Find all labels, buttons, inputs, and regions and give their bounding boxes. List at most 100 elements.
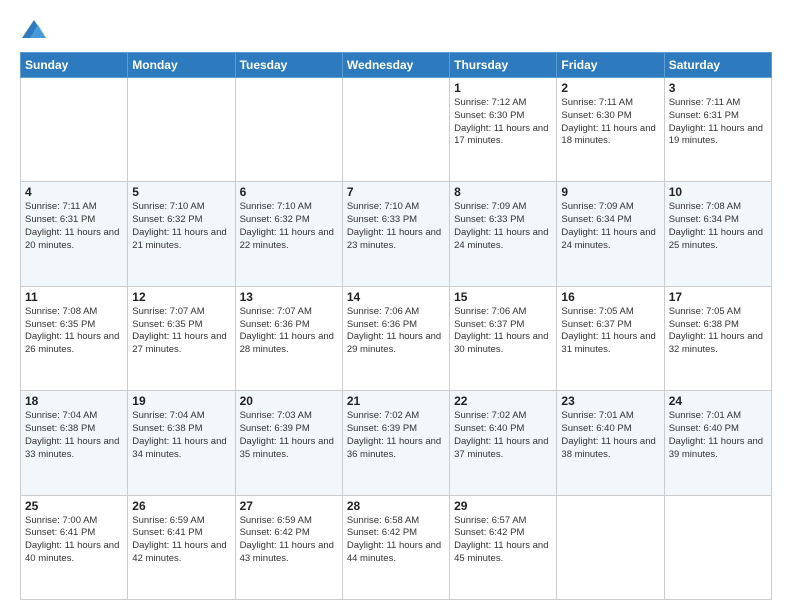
logo-icon <box>20 16 48 44</box>
calendar-day-cell: 6 Sunrise: 7:10 AM Sunset: 6:32 PM Daylig… <box>235 182 342 286</box>
calendar-header-row: SundayMondayTuesdayWednesdayThursdayFrid… <box>21 53 772 78</box>
day-info: Sunrise: 7:01 AM Sunset: 6:40 PM Dayligh… <box>561 410 659 461</box>
day-number: 2 <box>561 81 659 95</box>
day-info: Sunrise: 6:59 AM Sunset: 6:41 PM Dayligh… <box>132 515 230 566</box>
day-info: Sunrise: 7:05 AM Sunset: 6:38 PM Dayligh… <box>669 306 767 357</box>
day-info: Sunrise: 7:10 AM Sunset: 6:33 PM Dayligh… <box>347 201 445 252</box>
calendar-day-header: Saturday <box>664 53 771 78</box>
day-info: Sunrise: 7:11 AM Sunset: 6:30 PM Dayligh… <box>561 97 659 148</box>
calendar-day-header: Thursday <box>450 53 557 78</box>
calendar-day-cell: 5Sunrise: 7:10 AM Sunset: 6:32 PM Daylig… <box>128 182 235 286</box>
calendar-day-cell <box>21 78 128 182</box>
day-number: 9 <box>561 185 659 199</box>
calendar-day-cell: 9 Sunrise: 7:09 AM Sunset: 6:34 PM Daylig… <box>557 182 664 286</box>
calendar-week-row: 1 Sunrise: 7:12 AM Sunset: 6:30 PM Daylig… <box>21 78 772 182</box>
day-number: 4 <box>25 185 123 199</box>
calendar-day-cell: 8 Sunrise: 7:09 AM Sunset: 6:33 PM Daylig… <box>450 182 557 286</box>
day-info: Sunrise: 7:11 AM Sunset: 6:31 PM Dayligh… <box>25 201 123 252</box>
day-info: Sunrise: 7:06 AM Sunset: 6:37 PM Dayligh… <box>454 306 552 357</box>
day-info: Sunrise: 7:11 AM Sunset: 6:31 PM Dayligh… <box>669 97 767 148</box>
day-number: 13 <box>240 290 338 304</box>
day-info: Sunrise: 7:04 AM Sunset: 6:38 PM Dayligh… <box>132 410 230 461</box>
calendar-day-cell: 25 Sunrise: 7:00 AM Sunset: 6:41 PM Dayli… <box>21 495 128 599</box>
day-number: 26 <box>132 499 230 513</box>
calendar-day-cell <box>128 78 235 182</box>
calendar-day-cell: 1 Sunrise: 7:12 AM Sunset: 6:30 PM Daylig… <box>450 78 557 182</box>
calendar-day-cell: 27 Sunrise: 6:59 AM Sunset: 6:42 PM Dayli… <box>235 495 342 599</box>
calendar-day-cell: 13 Sunrise: 7:07 AM Sunset: 6:36 PM Dayli… <box>235 286 342 390</box>
day-info: Sunrise: 7:08 AM Sunset: 6:34 PM Dayligh… <box>669 201 767 252</box>
day-number: 15 <box>454 290 552 304</box>
day-number: 1 <box>454 81 552 95</box>
calendar-day-cell: 14 Sunrise: 7:06 AM Sunset: 6:36 PM Dayli… <box>342 286 449 390</box>
calendar-day-cell: 18 Sunrise: 7:04 AM Sunset: 6:38 PM Dayli… <box>21 391 128 495</box>
calendar-day-cell: 22 Sunrise: 7:02 AM Sunset: 6:40 PM Dayli… <box>450 391 557 495</box>
calendar-day-cell <box>557 495 664 599</box>
calendar-week-row: 18 Sunrise: 7:04 AM Sunset: 6:38 PM Dayli… <box>21 391 772 495</box>
day-number: 11 <box>25 290 123 304</box>
day-number: 16 <box>561 290 659 304</box>
calendar-day-cell: 21 Sunrise: 7:02 AM Sunset: 6:39 PM Dayli… <box>342 391 449 495</box>
calendar-day-cell: 2 Sunrise: 7:11 AM Sunset: 6:30 PM Daylig… <box>557 78 664 182</box>
day-info: Sunrise: 7:02 AM Sunset: 6:39 PM Dayligh… <box>347 410 445 461</box>
calendar-day-cell: 23 Sunrise: 7:01 AM Sunset: 6:40 PM Dayli… <box>557 391 664 495</box>
calendar-day-cell <box>235 78 342 182</box>
day-number: 27 <box>240 499 338 513</box>
day-number: 23 <box>561 394 659 408</box>
day-info: Sunrise: 7:12 AM Sunset: 6:30 PM Dayligh… <box>454 97 552 148</box>
day-number: 25 <box>25 499 123 513</box>
day-number: 19 <box>132 394 230 408</box>
calendar-day-cell: 4 Sunrise: 7:11 AM Sunset: 6:31 PM Daylig… <box>21 182 128 286</box>
calendar-day-cell: 16 Sunrise: 7:05 AM Sunset: 6:37 PM Dayli… <box>557 286 664 390</box>
calendar-day-cell: 3 Sunrise: 7:11 AM Sunset: 6:31 PM Daylig… <box>664 78 771 182</box>
day-number: 14 <box>347 290 445 304</box>
day-number: 6 <box>240 185 338 199</box>
day-number: 12 <box>132 290 230 304</box>
day-info: Sunrise: 7:00 AM Sunset: 6:41 PM Dayligh… <box>25 515 123 566</box>
calendar-day-header: Wednesday <box>342 53 449 78</box>
day-info: Sunrise: 7:07 AM Sunset: 6:36 PM Dayligh… <box>240 306 338 357</box>
day-info: Sunrise: 7:09 AM Sunset: 6:33 PM Dayligh… <box>454 201 552 252</box>
day-info: Sunrise: 7:08 AM Sunset: 6:35 PM Dayligh… <box>25 306 123 357</box>
day-number: 20 <box>240 394 338 408</box>
calendar-day-cell <box>664 495 771 599</box>
day-info: Sunrise: 6:59 AM Sunset: 6:42 PM Dayligh… <box>240 515 338 566</box>
day-number: 18 <box>25 394 123 408</box>
calendar-day-header: Friday <box>557 53 664 78</box>
calendar-week-row: 25 Sunrise: 7:00 AM Sunset: 6:41 PM Dayli… <box>21 495 772 599</box>
day-number: 5 <box>132 185 230 199</box>
calendar-day-cell: 29Sunrise: 6:57 AM Sunset: 6:42 PM Dayli… <box>450 495 557 599</box>
calendar-day-cell: 26 Sunrise: 6:59 AM Sunset: 6:41 PM Dayli… <box>128 495 235 599</box>
day-number: 10 <box>669 185 767 199</box>
calendar-day-cell: 12Sunrise: 7:07 AM Sunset: 6:35 PM Dayli… <box>128 286 235 390</box>
day-info: Sunrise: 7:03 AM Sunset: 6:39 PM Dayligh… <box>240 410 338 461</box>
day-number: 7 <box>347 185 445 199</box>
calendar: SundayMondayTuesdayWednesdayThursdayFrid… <box>20 52 772 600</box>
page: SundayMondayTuesdayWednesdayThursdayFrid… <box>0 0 792 612</box>
day-info: Sunrise: 7:09 AM Sunset: 6:34 PM Dayligh… <box>561 201 659 252</box>
calendar-day-cell: 28Sunrise: 6:58 AM Sunset: 6:42 PM Dayli… <box>342 495 449 599</box>
day-number: 17 <box>669 290 767 304</box>
day-info: Sunrise: 6:57 AM Sunset: 6:42 PM Dayligh… <box>454 515 552 566</box>
day-info: Sunrise: 7:06 AM Sunset: 6:36 PM Dayligh… <box>347 306 445 357</box>
day-number: 24 <box>669 394 767 408</box>
logo <box>20 16 52 44</box>
calendar-day-cell: 11 Sunrise: 7:08 AM Sunset: 6:35 PM Dayli… <box>21 286 128 390</box>
day-number: 3 <box>669 81 767 95</box>
day-number: 21 <box>347 394 445 408</box>
calendar-day-header: Monday <box>128 53 235 78</box>
calendar-day-cell: 15 Sunrise: 7:06 AM Sunset: 6:37 PM Dayli… <box>450 286 557 390</box>
calendar-day-header: Sunday <box>21 53 128 78</box>
day-number: 28 <box>347 499 445 513</box>
day-info: Sunrise: 7:04 AM Sunset: 6:38 PM Dayligh… <box>25 410 123 461</box>
calendar-week-row: 4 Sunrise: 7:11 AM Sunset: 6:31 PM Daylig… <box>21 182 772 286</box>
day-info: Sunrise: 7:10 AM Sunset: 6:32 PM Dayligh… <box>240 201 338 252</box>
day-number: 8 <box>454 185 552 199</box>
day-number: 22 <box>454 394 552 408</box>
day-info: Sunrise: 7:02 AM Sunset: 6:40 PM Dayligh… <box>454 410 552 461</box>
calendar-day-header: Tuesday <box>235 53 342 78</box>
day-info: Sunrise: 7:05 AM Sunset: 6:37 PM Dayligh… <box>561 306 659 357</box>
calendar-week-row: 11 Sunrise: 7:08 AM Sunset: 6:35 PM Dayli… <box>21 286 772 390</box>
calendar-day-cell: 24 Sunrise: 7:01 AM Sunset: 6:40 PM Dayli… <box>664 391 771 495</box>
day-info: Sunrise: 7:01 AM Sunset: 6:40 PM Dayligh… <box>669 410 767 461</box>
